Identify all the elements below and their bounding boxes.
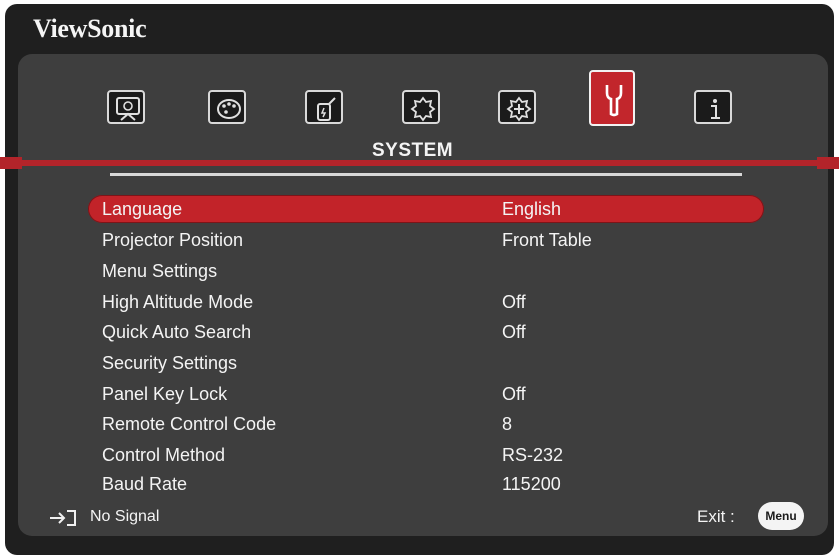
menu-item-control-method[interactable]: Control Method RS-232 <box>88 441 764 469</box>
header-divider <box>0 157 839 169</box>
basic-icon <box>410 96 436 122</box>
menu-item-value: Off <box>502 292 526 312</box>
menu-item-projector-position[interactable]: Projector Position Front Table <box>88 226 764 254</box>
menu-item-menu-settings[interactable]: Menu Settings <box>88 257 764 285</box>
menu-item-label: Projector Position <box>102 230 244 250</box>
menu-button[interactable]: Menu <box>758 502 804 530</box>
system-icon <box>605 85 623 117</box>
picture-icon <box>217 99 241 119</box>
divider-cap-left <box>0 157 22 169</box>
menu-item-label: Control Method <box>102 445 226 465</box>
divider-cap-right <box>817 157 839 169</box>
advanced-icon <box>506 96 532 122</box>
tab-system[interactable] <box>589 70 635 126</box>
menu-item-panel-key-lock[interactable]: Panel Key Lock Off <box>88 380 764 408</box>
menu-item-value: Off <box>502 322 526 342</box>
menu-item-value: Front Table <box>502 230 592 250</box>
menu-item-language[interactable]: Language English <box>88 195 764 223</box>
menu-item-quick-auto-search[interactable]: Quick Auto Search Off <box>88 318 764 346</box>
tab-advanced[interactable] <box>498 90 536 124</box>
tab-display[interactable] <box>107 90 145 124</box>
menu-item-label: Panel Key Lock <box>102 384 228 404</box>
menu-item-label: Quick Auto Search <box>102 322 252 342</box>
menu-item-remote-control-code[interactable]: Remote Control Code 8 <box>88 410 764 438</box>
tab-basic[interactable] <box>402 90 440 124</box>
display-icon <box>116 97 140 121</box>
tab-picture[interactable] <box>208 90 246 124</box>
tab-title: SYSTEM <box>372 140 454 161</box>
menu-item-value: RS-232 <box>502 445 564 465</box>
input-source-icon <box>50 510 76 526</box>
tab-information[interactable] <box>694 90 732 124</box>
tab-power[interactable] <box>305 90 343 124</box>
menu-item-label: Menu Settings <box>102 261 218 281</box>
menu-item-baud-rate[interactable]: Baud Rate 115200 <box>88 470 764 498</box>
signal-status: No Signal <box>90 508 160 525</box>
menu-item-label: High Altitude Mode <box>102 292 254 312</box>
menu-item-label: Language <box>102 199 183 219</box>
menu-item-value: English <box>502 199 562 219</box>
menu-item-security-settings[interactable]: Security Settings <box>88 349 764 377</box>
menu-item-value: 8 <box>502 414 513 434</box>
menu-item-label: Remote Control Code <box>102 414 277 434</box>
menu-item-value: 115200 <box>502 474 561 494</box>
tab-bar: SYSTEM <box>0 0 839 161</box>
menu-item-label: Baud Rate <box>102 474 188 494</box>
menu-item-high-altitude-mode[interactable]: High Altitude Mode Off <box>88 288 764 316</box>
menu-item-label: Security Settings <box>102 353 238 373</box>
menu-item-value: Off <box>502 384 526 404</box>
tab-underline <box>110 173 742 176</box>
exit-label: Exit : <box>697 507 735 526</box>
power-icon <box>317 97 336 121</box>
information-icon <box>711 99 720 119</box>
